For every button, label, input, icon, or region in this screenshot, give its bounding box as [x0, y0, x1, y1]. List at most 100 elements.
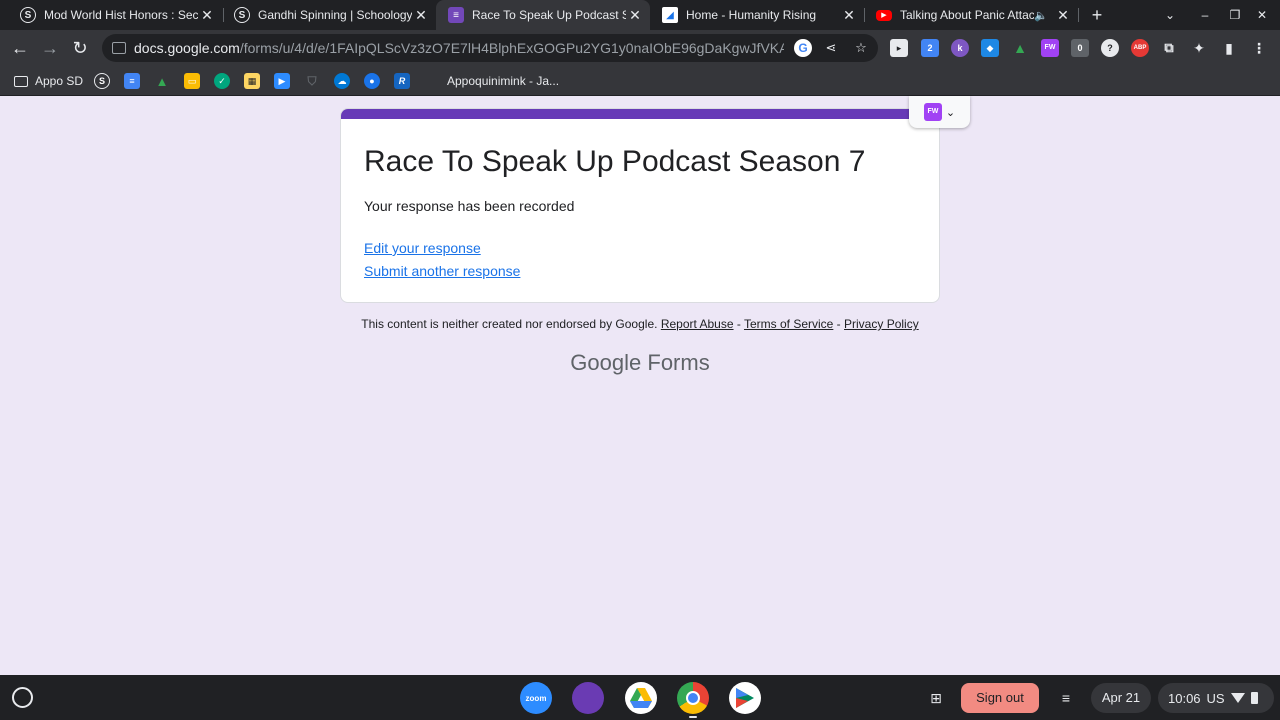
extension-icon-slides[interactable]: ▸ [890, 39, 908, 57]
close-icon[interactable]: ✕ [840, 6, 858, 24]
google-forms-logo[interactable]: Google Forms [340, 350, 940, 376]
cloud-icon: ☁ [334, 73, 350, 89]
url-host: docs.google.com [134, 40, 240, 56]
adblock-plus-icon[interactable]: ABP [1131, 39, 1149, 57]
close-icon[interactable]: ✕ [412, 6, 430, 24]
tab-title: Mod World Hist Honors : Secti [44, 8, 198, 22]
close-icon[interactable]: ✕ [198, 6, 216, 24]
play-triangle-icon [736, 688, 754, 708]
chrome-center-icon [686, 691, 700, 705]
tab-title: Gandhi Spinning | Schoology [258, 8, 412, 22]
privacy-policy-link[interactable]: Privacy Policy [844, 317, 919, 331]
bookmarks-bar: Appo SD S ≡ ▲ ▭ ✓ ▦ ▶ ⛉ ☁ ● R Appoquinim… [0, 66, 1280, 96]
media-controls-icon[interactable]: ≡ [1056, 688, 1076, 708]
bookmark-star-icon[interactable]: ☆ [852, 39, 870, 57]
zoom-icon: ▶ [274, 73, 290, 89]
footer-disclaimer: This content is neither created nor endo… [361, 317, 919, 331]
launcher-icon[interactable] [12, 687, 33, 708]
menu-kebab-icon[interactable]: ⋮ [1250, 39, 1268, 57]
date-indicator[interactable]: Apr 21 [1091, 683, 1151, 713]
form-confirmation-card: Race To Speak Up Podcast Season 7 Your r… [340, 108, 940, 303]
share-icon[interactable]: ⋖ [822, 39, 840, 57]
extension-teal-icon: ✓ [214, 73, 230, 89]
zoom-app-icon[interactable]: zoom [520, 682, 552, 714]
bookmark-docs[interactable]: ≡ [124, 72, 140, 90]
tab-humanity-rising[interactable]: ◢ Home - Humanity Rising ✕ [650, 0, 864, 30]
tab-search-icon[interactable]: ⌄ [1160, 5, 1180, 25]
tab-mod-world-hist[interactable]: S Mod World Hist Honors : Secti ✕ [8, 0, 222, 30]
reload-icon[interactable]: ↻ [68, 36, 92, 60]
extension-icon-blue[interactable]: ◆ [981, 39, 999, 57]
blue-circle-icon: ● [364, 73, 380, 89]
tab-race-to-speak-up[interactable]: ≡ Race To Speak Up Podcast Se ✕ [436, 0, 650, 30]
site-info-icon[interactable] [112, 42, 126, 54]
edit-response-link[interactable]: Edit your response [364, 240, 481, 256]
humanity-rising-icon: ◢ [662, 7, 678, 23]
tab-title: Talking About Panic Attac [900, 8, 1035, 22]
terms-of-service-link[interactable]: Terms of Service [744, 317, 833, 331]
google-lens-icon[interactable]: G [794, 39, 812, 57]
extension-icon-fw[interactable]: FW [1041, 39, 1059, 57]
sign-out-button[interactable]: Sign out [961, 683, 1039, 713]
keyboard-locale: US [1206, 690, 1225, 706]
bookmark-blue-circle[interactable]: ● [364, 72, 380, 90]
google-drive-app-icon[interactable] [625, 682, 657, 714]
side-panel-icon[interactable]: ▮ [1220, 39, 1238, 57]
bookmark-drive[interactable]: ▲ [154, 72, 170, 90]
google-forms-icon: ≡ [448, 7, 464, 23]
tab-separator [1078, 8, 1079, 22]
schoology-app-icon[interactable] [572, 682, 604, 714]
url-text[interactable]: docs.google.com/forms/u/4/d/e/1FAIpQLScV… [134, 40, 784, 56]
back-arrow-icon[interactable]: ← [8, 36, 32, 60]
bookmark-slides[interactable]: ▭ [184, 72, 200, 90]
schoology-icon: S [20, 7, 36, 23]
bookmark-zoom[interactable]: ▶ [274, 72, 290, 90]
bookmark-classroom[interactable]: ▦ [244, 72, 260, 90]
tab-talking-about-panic[interactable]: ▶ Talking About Panic Attac 🔈 ✕ [864, 0, 1078, 30]
address-bar[interactable]: docs.google.com/forms/u/4/d/e/1FAIpQLScV… [102, 34, 878, 62]
bookmark-r[interactable]: R [394, 72, 410, 90]
bookmark-appoquinimink[interactable]: Appoquinimink - Ja... [447, 72, 559, 90]
play-store-app-icon[interactable] [729, 682, 761, 714]
tab-gandhi-spinning[interactable]: S Gandhi Spinning | Schoology ✕ [222, 0, 436, 30]
google-drive-icon[interactable]: ▲ [1011, 39, 1029, 57]
extension-popup-tab[interactable]: FW ⌄ [909, 96, 970, 128]
chevron-down-icon[interactable]: ⌄ [946, 106, 955, 119]
bookmark-label: Appoquinimink - Ja... [447, 74, 560, 88]
google-slides-icon: ▭ [184, 73, 200, 89]
google-logo-text: Google [570, 350, 642, 375]
help-icon[interactable]: ? [1101, 39, 1119, 57]
bookmark-schoology[interactable]: S [94, 72, 110, 90]
screen-capture-icon[interactable]: ⊞ [926, 688, 946, 708]
url-path: /forms/u/4/d/e/1FAIpQLScVz3zO7E7lH4BlphE… [239, 40, 784, 56]
r-letter-icon: R [394, 73, 410, 89]
browser-toolbar: ← → ↻ docs.google.com/forms/u/4/d/e/1FAI… [0, 30, 1280, 66]
extension-icon-zero[interactable]: 0 [1071, 39, 1089, 57]
new-tab-button[interactable]: + [1086, 4, 1108, 26]
bookmark-folder-appo-sd[interactable]: Appo SD [14, 72, 83, 90]
extension-icon-badge[interactable]: 2 [921, 39, 939, 57]
minimize-icon[interactable]: – [1195, 5, 1215, 25]
form-accent-bar [341, 109, 939, 119]
chrome-app-icon[interactable] [677, 682, 709, 714]
extension-icon-kami[interactable]: k [951, 39, 969, 57]
bookmark-shield[interactable]: ⛉ [304, 72, 320, 90]
report-abuse-link[interactable]: Report Abuse [661, 317, 734, 331]
restore-icon[interactable]: ❐ [1225, 5, 1245, 25]
chromeos-shelf: zoom ⊞ ≡ [0, 675, 1280, 720]
close-icon[interactable]: ✕ [1054, 6, 1072, 24]
forward-arrow-icon[interactable]: → [38, 36, 62, 60]
close-icon[interactable]: ✕ [626, 6, 644, 24]
bookmark-teal[interactable]: ✓ [214, 72, 230, 90]
bookmark-label: Appo SD [35, 74, 84, 88]
submit-another-link[interactable]: Submit another response [364, 263, 520, 279]
active-app-indicator [689, 716, 697, 718]
extension-icon-frame[interactable]: ⧉ [1160, 39, 1178, 57]
bookmark-onedrive[interactable]: ☁ [334, 72, 350, 90]
status-tray[interactable]: 10:06 US [1158, 683, 1274, 713]
speaker-icon[interactable]: 🔈 [1034, 9, 1048, 22]
wifi-icon [1230, 693, 1245, 703]
extensions-puzzle-icon[interactable]: ✦ [1190, 39, 1208, 57]
youtube-icon: ▶ [876, 9, 892, 21]
close-window-icon[interactable]: ✕ [1252, 5, 1272, 25]
